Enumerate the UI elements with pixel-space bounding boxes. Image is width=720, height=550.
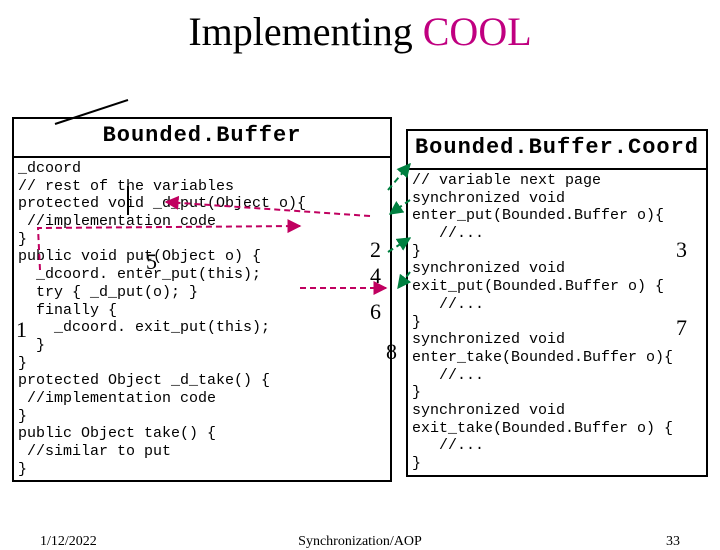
left-class-box: Bounded.Buffer _dcoord // rest of the va… [12,117,392,482]
seq-num-6: 6 [370,299,381,325]
footer-date: 1/12/2022 [40,534,97,550]
seq-num-2: 2 [370,237,381,263]
title-prefix: Implementing [188,9,422,54]
seq-num-4: 4 [370,263,381,289]
seq-num-7: 7 [676,315,687,341]
seq-num-8: 8 [386,339,397,365]
left-header: Bounded.Buffer [14,119,390,158]
right-class-box: Bounded.Buffer.Coord // variable next pa… [406,129,708,477]
title-cool: COOL [423,9,532,54]
slide-title: Implementing COOL [0,0,720,59]
seq-num-1: 1 [16,317,27,343]
left-code: _dcoord // rest of the variables protect… [14,158,390,480]
right-header: Bounded.Buffer.Coord [408,131,706,170]
footer-page: 33 [666,534,680,550]
seq-num-3: 3 [676,237,687,263]
right-code: // variable next page synchronized void … [408,170,706,475]
footer-center: Synchronization/AOP [298,534,422,550]
seq-num-5: 5 [146,249,157,275]
